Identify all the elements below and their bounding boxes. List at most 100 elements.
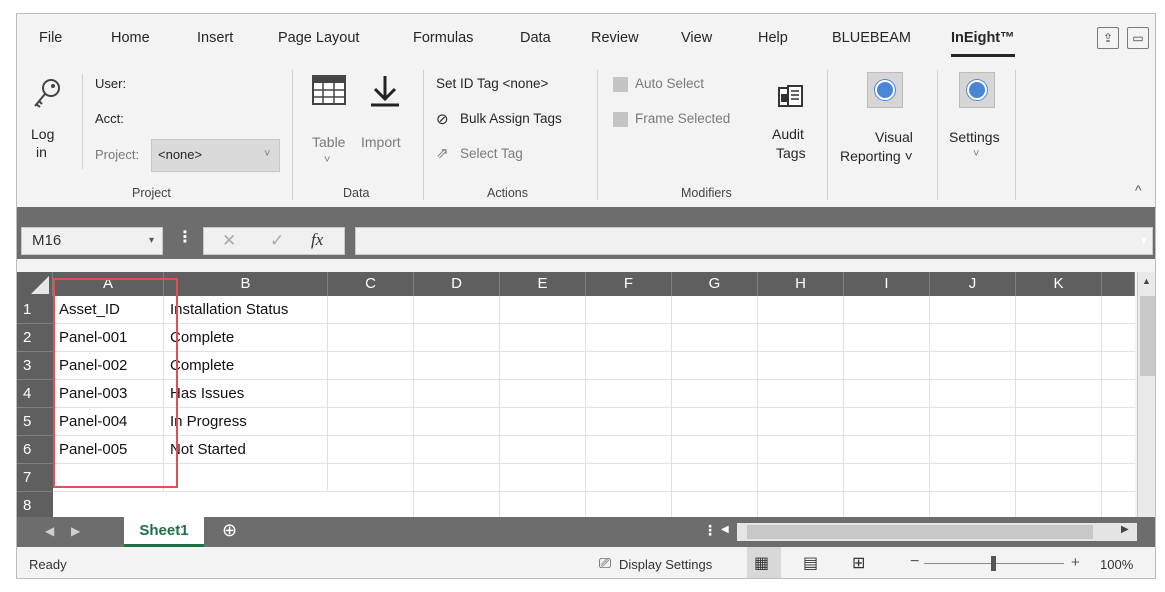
login-button[interactable]: Log in [27, 74, 67, 169]
audit-tags-button[interactable]: Audit Tags [767, 84, 817, 179]
frame-selected-checkbox[interactable]: Frame Selected [613, 111, 763, 131]
audit-tags-icon [778, 85, 803, 107]
cell-b5[interactable]: In Progress [164, 408, 328, 436]
scroll-up-icon[interactable]: ▲ [1142, 276, 1151, 286]
cell-b3[interactable]: Complete [164, 352, 328, 380]
page-break-view-icon[interactable]: ⊞ [852, 553, 865, 573]
tab-bluebeam[interactable]: BLUEBEAM [832, 30, 911, 46]
tab-data[interactable]: Data [520, 30, 551, 46]
settings-button[interactable]: Settings ˅ [945, 72, 1015, 182]
tab-formulas[interactable]: Formulas [413, 30, 473, 46]
table-button[interactable]: Table ˅ [307, 74, 352, 174]
tab-page-layout[interactable]: Page Layout [278, 30, 359, 46]
row-header-1[interactable]: 1 [17, 296, 53, 324]
row-header-2[interactable]: 2 [17, 324, 53, 352]
auto-select-checkbox[interactable]: Auto Select [613, 76, 763, 96]
scroll-left-icon[interactable]: ◀ [721, 524, 729, 535]
sheet-tab-sheet1[interactable]: Sheet1 [124, 517, 204, 547]
more-options-icon[interactable]: ⋮ [177, 227, 193, 247]
cell-a3[interactable]: Panel-002 [53, 352, 164, 380]
tab-insert[interactable]: Insert [197, 30, 233, 46]
insert-function-button[interactable]: fx [311, 230, 323, 250]
frame-selected-label: Frame Selected [635, 111, 731, 126]
tab-file[interactable]: File [39, 30, 62, 46]
column-header-j[interactable]: J [930, 272, 1016, 296]
row-header-3[interactable]: 3 [17, 352, 53, 380]
select-all-corner[interactable] [17, 272, 53, 296]
formula-bar-gap [17, 207, 1155, 219]
vertical-scroll-thumb[interactable] [1140, 296, 1155, 376]
cell-b4[interactable]: Has Issues [164, 380, 328, 408]
name-box[interactable]: M16 ▾ [21, 227, 163, 255]
group-label-modifiers: Modifiers [681, 186, 732, 200]
scroll-right-icon[interactable]: ▶ [1121, 524, 1129, 535]
split-handle-icon[interactable]: ⋮ [703, 522, 717, 539]
page-layout-view-icon[interactable]: ▤ [803, 553, 818, 573]
add-sheet-icon[interactable]: ⊕ [222, 520, 237, 541]
row-header-4[interactable]: 4 [17, 380, 53, 408]
pointer-icon: ⇗ [436, 145, 449, 162]
display-settings-button[interactable]: Display Settings [619, 557, 712, 572]
tab-view[interactable]: View [681, 30, 712, 46]
horizontal-scrollbar[interactable]: ◀ ▶ [721, 523, 1137, 541]
tab-help[interactable]: Help [758, 30, 788, 46]
column-header-k[interactable]: K [1016, 272, 1102, 296]
bulk-assign-tags-button[interactable]: Bulk Assign Tags [460, 111, 562, 126]
column-header-i[interactable]: I [844, 272, 930, 296]
cell-b1[interactable]: Installation Status [164, 296, 328, 324]
expand-formula-icon[interactable]: ▾ [1141, 234, 1147, 247]
zoom-slider-thumb[interactable] [991, 556, 996, 571]
project-select[interactable]: <none> ˅ [151, 139, 280, 172]
tab-home[interactable]: Home [111, 30, 150, 46]
share-icon[interactable]: ⇪ [1097, 27, 1119, 49]
visual-reporting-button[interactable]: Visual Reporting ˅ [837, 72, 942, 182]
column-header-e[interactable]: E [500, 272, 586, 296]
cell-a2[interactable]: Panel-001 [53, 324, 164, 352]
cancel-icon[interactable]: ✕ [222, 231, 236, 251]
column-header-d[interactable]: D [414, 272, 500, 296]
collapse-ribbon-icon[interactable]: ^ [1135, 182, 1142, 198]
set-id-tag-button[interactable]: Set ID Tag <none> [436, 76, 548, 91]
chevron-down-icon: ˅ [973, 148, 980, 160]
column-header-g[interactable]: G [672, 272, 758, 296]
name-box-value: M16 [32, 232, 62, 249]
cell-b6[interactable]: Not Started [164, 436, 328, 464]
vertical-scrollbar[interactable]: ▲ ▼ [1137, 272, 1155, 532]
cell-a6[interactable]: Panel-005 [53, 436, 164, 464]
column-header-l[interactable] [1102, 272, 1135, 296]
cell-b2[interactable]: Complete [164, 324, 328, 352]
column-header-b[interactable]: B [164, 272, 328, 296]
zoom-in-icon[interactable]: + [1071, 554, 1080, 571]
tag-icon: ⊘ [436, 111, 449, 128]
row-header-5[interactable]: 5 [17, 408, 53, 436]
row-header-8[interactable]: 8 [17, 492, 53, 517]
next-sheet-icon[interactable]: ▶ [71, 524, 80, 538]
empty-cells[interactable] [328, 296, 1135, 517]
cell-a7[interactable] [53, 464, 164, 492]
column-header-h[interactable]: H [758, 272, 844, 296]
zoom-out-icon[interactable]: − [910, 553, 919, 571]
cell-a5[interactable]: Panel-004 [53, 408, 164, 436]
checkbox-box [613, 77, 628, 92]
horizontal-scroll-thumb[interactable] [747, 525, 1093, 539]
tab-ineight[interactable]: InEight™ [951, 30, 1015, 57]
column-header-c[interactable]: C [328, 272, 414, 296]
column-header-a[interactable]: A [53, 272, 164, 296]
import-button[interactable]: Import [358, 74, 413, 164]
visual-reporting-icon [867, 72, 903, 108]
row-header-7[interactable]: 7 [17, 464, 53, 492]
select-tag-button[interactable]: Select Tag [460, 146, 523, 161]
enter-icon[interactable]: ✓ [270, 231, 284, 251]
tab-review[interactable]: Review [591, 30, 639, 46]
row-header-6[interactable]: 6 [17, 436, 53, 464]
group-label-project: Project [132, 186, 171, 200]
zoom-level[interactable]: 100% [1100, 557, 1133, 572]
comments-icon[interactable]: ▭ [1127, 27, 1149, 49]
cell-a1[interactable]: Asset_ID [53, 296, 164, 324]
table-label: Table [312, 134, 346, 150]
formula-input[interactable] [355, 227, 1153, 255]
column-header-f[interactable]: F [586, 272, 672, 296]
prev-sheet-icon[interactable]: ◀ [45, 524, 54, 538]
cell-b7[interactable] [164, 464, 328, 492]
cell-a4[interactable]: Panel-003 [53, 380, 164, 408]
